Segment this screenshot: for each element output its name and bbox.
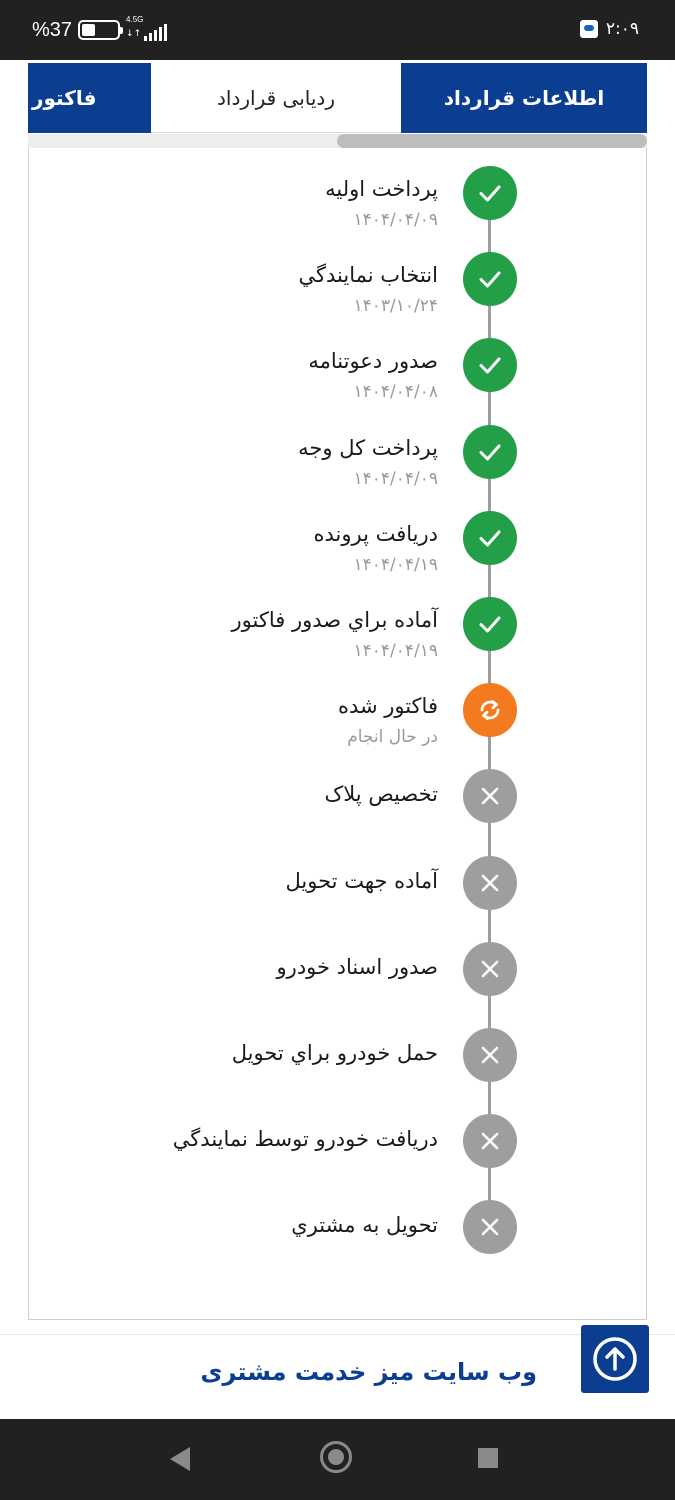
- recent-apps-icon[interactable]: [478, 1448, 498, 1468]
- step-subtitle: در حال انجام: [347, 727, 438, 748]
- close-icon: [481, 1132, 499, 1150]
- check-icon: [479, 357, 501, 374]
- step-title: دريافت خودرو توسط نمايندگي: [172, 1127, 438, 1152]
- message-icon: [579, 20, 598, 38]
- step-title: پرداخت کل وجه: [298, 435, 438, 460]
- battery-icon: [78, 20, 124, 40]
- timeline-step: تحويل به مشتري: [29, 1200, 648, 1280]
- timeline-step: آماده جهت تحويل: [29, 855, 648, 936]
- step-status-done: [463, 424, 517, 479]
- close-icon: [481, 1219, 499, 1236]
- close-icon: [481, 1046, 499, 1064]
- step-title: پرداخت اوليه: [325, 177, 438, 201]
- step-title: آماده براي صدور فاکتور: [231, 608, 438, 632]
- step-title: آماده جهت تحويل: [285, 868, 438, 893]
- step-status-done: [463, 510, 517, 565]
- step-title: تحويل به مشتري: [291, 1213, 438, 1238]
- network-label: 4.5G: [126, 15, 144, 24]
- step-subtitle: ۱۴۰۴/۰۴/۱۹: [353, 641, 438, 661]
- system-nav-bar: [0, 1419, 675, 1500]
- step-title: فاکتور شده: [337, 694, 438, 719]
- check-icon: [479, 185, 501, 202]
- tab-invoice[interactable]: فاکتور: [28, 63, 151, 133]
- step-subtitle: ۱۴۰۴/۰۴/۰۸: [353, 382, 438, 403]
- timeline-step: آماده براي صدور فاکتور ۱۴۰۴/۰۴/۱۹: [29, 597, 648, 677]
- step-status-pending: [463, 1028, 517, 1082]
- footer-divider: [0, 1334, 675, 1335]
- tab-contract-tracking[interactable]: ردیابی قرارداد: [151, 63, 401, 133]
- check-icon: [479, 616, 501, 633]
- close-icon: [481, 960, 499, 978]
- step-subtitle: ۱۴۰۴/۰۴/۰۹: [353, 468, 438, 489]
- tab-scrollbar-thumb[interactable]: [337, 134, 647, 148]
- close-icon: [481, 788, 499, 805]
- step-title: صدور اسناد خودرو: [276, 954, 438, 979]
- step-subtitle: ۱۴۰۴/۰۴/۱۹: [353, 554, 438, 575]
- network-indicator: 4.5G ↓↑: [126, 15, 174, 43]
- step-subtitle: ۱۴۰۴/۰۴/۰۹: [353, 210, 438, 230]
- step-status-pending: [463, 1114, 517, 1169]
- timeline-step: پرداخت کل وجه ۱۴۰۴/۰۴/۰۹: [29, 424, 648, 505]
- step-status-pending: [463, 941, 517, 996]
- step-title: انتخاب نمايندگي: [298, 263, 438, 288]
- step-status-done: [463, 597, 517, 651]
- step-title: تخصيص پلاک: [324, 782, 438, 807]
- customer-service-link[interactable]: وب سایت میز خدمت مشتری: [200, 1358, 537, 1386]
- home-icon[interactable]: [320, 1441, 352, 1473]
- status-left: %37 4.5G ↓↑: [32, 15, 174, 43]
- scroll-to-top-button[interactable]: [581, 1325, 649, 1393]
- step-status-pending: [463, 769, 517, 824]
- timeline-step: صدور دعوتنامه ۱۴۰۴/۰۴/۰۸: [29, 338, 648, 418]
- battery-fill: [82, 24, 96, 36]
- timeline-step: دريافت پرونده ۱۴۰۴/۰۴/۱۹: [29, 510, 648, 591]
- check-icon: [479, 444, 501, 461]
- timeline-step: فاکتور شده در حال انجام: [29, 683, 648, 763]
- step-subtitle: ۱۴۰۳/۱۰/۲۴: [353, 296, 438, 317]
- step-status-in-progress: [463, 683, 517, 738]
- refresh-icon: [480, 700, 500, 721]
- step-title: صدور دعوتنامه: [308, 349, 438, 374]
- signal-icon: [144, 24, 168, 41]
- arrow-up-circle-icon: [593, 1337, 637, 1381]
- tab-bar: اطلاعات قرارداد ردیابی قرارداد فاکتور: [28, 63, 647, 133]
- close-icon: [481, 874, 499, 891]
- step-status-pending: [463, 855, 517, 910]
- clock: ۲:۰۹: [605, 19, 639, 39]
- step-status-pending: [463, 1200, 517, 1255]
- data-arrows-icon: ↓↑: [126, 29, 142, 39]
- timeline-step: پرداخت اوليه ۱۴۰۴/۰۴/۰۹: [29, 166, 648, 246]
- battery-percent: %37: [32, 18, 73, 41]
- status-bar: %37 4.5G ↓↑ ۲:۰۹: [0, 0, 675, 60]
- timeline-step: انتخاب نمايندگي ۱۴۰۳/۱۰/۲۴: [29, 252, 648, 332]
- tracking-panel: پرداخت اوليه ۱۴۰۴/۰۴/۰۹ انتخاب نمايندگي ۱۴۰…: [28, 148, 647, 1320]
- check-icon: [479, 530, 501, 547]
- step-title: دريافت پرونده: [313, 521, 438, 546]
- back-icon[interactable]: [170, 1447, 190, 1471]
- timeline-step: دريافت خودرو توسط نمايندگي: [29, 1114, 648, 1194]
- timeline-step: حمل خودرو براي تحويل: [29, 1028, 648, 1108]
- step-status-done: [463, 166, 517, 220]
- timeline-step: صدور اسناد خودرو: [29, 941, 648, 1022]
- step-status-done: [463, 252, 517, 307]
- check-icon: [479, 271, 501, 288]
- step-status-done: [463, 338, 517, 393]
- step-title: حمل خودرو براي تحويل: [231, 1041, 438, 1065]
- status-right: ۲:۰۹: [579, 19, 639, 39]
- tab-scrollbar[interactable]: [28, 134, 647, 148]
- timeline-step: تخصيص پلاک: [29, 769, 648, 849]
- tab-contract-info[interactable]: اطلاعات قرارداد: [401, 63, 647, 133]
